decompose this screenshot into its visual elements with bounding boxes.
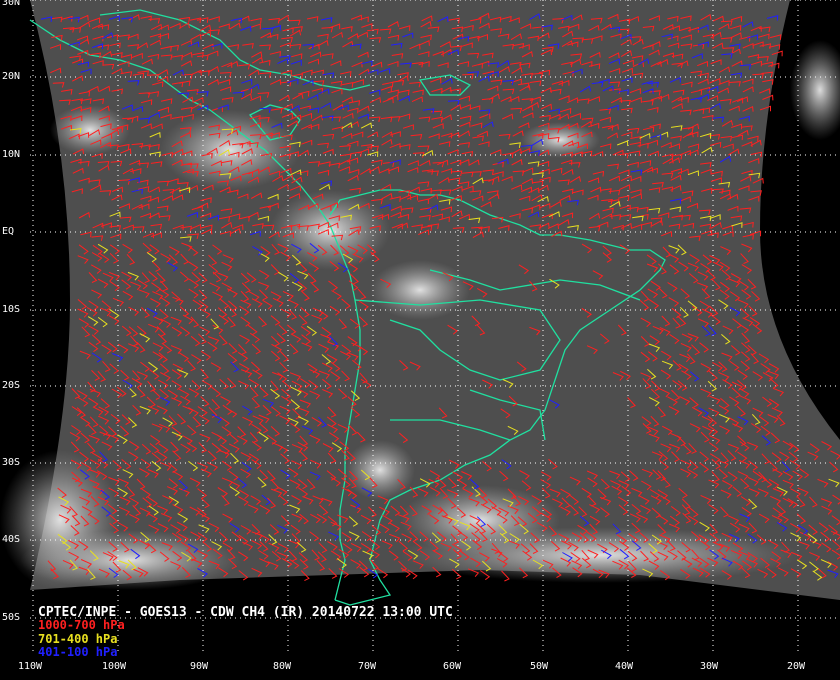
lat-label-20n: 20N — [2, 71, 21, 82]
lon-label-30w: 30W — [700, 661, 719, 672]
lon-label-50w: 50W — [530, 661, 549, 672]
lon-label-80w: 80W — [273, 661, 292, 672]
lon-label-100w: 100W — [102, 661, 127, 672]
lat-label-10n: 10N — [2, 149, 21, 160]
map-canvas — [0, 0, 840, 655]
lat-label-50s: 50S — [2, 612, 21, 623]
legend-high-level: 401-100 hPa — [38, 645, 118, 659]
lon-label-20w: 20W — [787, 661, 806, 672]
lon-label-40w: 40W — [615, 661, 634, 672]
lat-label-40s: 40S — [2, 534, 21, 545]
legend-mid-level: 701-400 hPa — [38, 632, 118, 646]
lat-label-10s: 10S — [2, 304, 21, 315]
lat-label-20s: 20S — [2, 380, 21, 391]
lon-label-60w: 60W — [443, 661, 462, 672]
lat-label-30s: 30S — [2, 457, 21, 468]
lon-label-90w: 90W — [190, 661, 209, 672]
lon-label-70w: 70W — [358, 661, 377, 672]
lat-label-30n: 30N — [2, 0, 21, 8]
legend-low-level: 1000-700 hPa — [38, 618, 125, 632]
lon-label-110w: 110W — [18, 661, 43, 672]
lat-label-eq: EQ — [2, 226, 15, 237]
satellite-wind-map: 30N 20N 10N EQ 10S 20S 30S 40S 50S 110W … — [0, 0, 840, 680]
